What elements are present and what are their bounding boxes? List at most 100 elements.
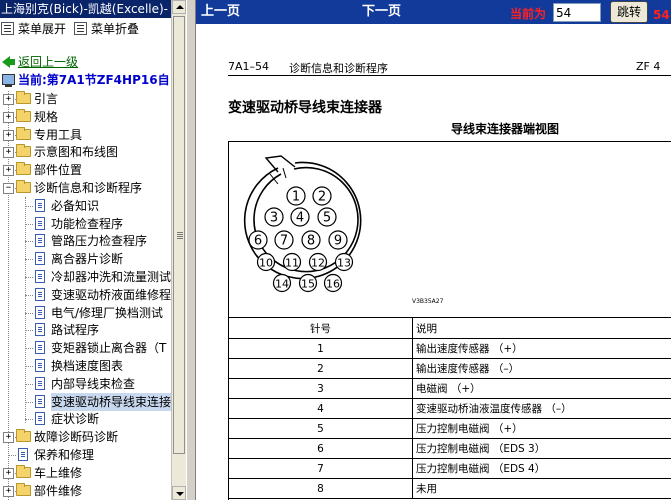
back-link-label: 返回上一级 — [18, 55, 79, 69]
tree-folder[interactable]: + 部件位置 — [0, 161, 171, 179]
scroll-down-button[interactable] — [172, 486, 186, 500]
tree-label: 管路压力检查程序 — [51, 234, 148, 249]
tree-item[interactable]: 功能检查程序 — [0, 215, 171, 233]
pin-description-cell: 输出速度传感器 （+） — [412, 338, 671, 359]
menu-icon — [1, 22, 14, 35]
pin-13-label: 13 — [337, 257, 351, 270]
document-icon — [35, 216, 45, 230]
connector-pins: 1 23 4 56 7 8 910 11 12 1314 15 16 — [248, 186, 354, 293]
tree-folder[interactable]: + 引言 — [0, 90, 171, 108]
expand-all-label: 菜单展开 — [18, 22, 67, 36]
expand-icon[interactable]: + — [3, 129, 14, 141]
tree-label: 必备知识 — [51, 198, 100, 213]
table-row: 6 压力控制电磁阀 （EDS 3） — [228, 438, 671, 459]
collapse-icon[interactable]: − — [3, 183, 14, 194]
menu-icon — [74, 22, 87, 35]
window-title: 上海别克(Bick)-凯越(Excelle)- — [0, 0, 171, 18]
document-icon — [35, 270, 45, 283]
header-rule — [228, 75, 671, 76]
pin-1-label: 1 — [292, 190, 300, 205]
left-scrollbar[interactable] — [171, 0, 186, 500]
prev-page-link[interactable]: 上一页 — [201, 0, 240, 24]
expand-icon[interactable]: + — [3, 165, 14, 177]
tree-item[interactable]: 变矩器锁止离合器（T — [0, 339, 171, 357]
tree-item[interactable]: 路试程序 — [0, 321, 171, 339]
pin-column-header: 针号 — [228, 317, 413, 339]
expand-all-button[interactable]: 菜单展开 — [1, 21, 66, 37]
navigation-pane: 上海别克(Bick)-凯越(Excelle)- 菜单展开 菜单折叠 返回上一级 … — [0, 0, 171, 500]
expand-icon[interactable]: + — [3, 467, 14, 479]
table-row: 2 输出速度传感器 （–） — [228, 358, 671, 379]
pin-table: 针号 说明 1 输出速度传感器 （+） 2 输出速度传感器 （–） 3 电磁阀 （+） 4 变… — [228, 317, 671, 499]
tree-item[interactable]: 保养和修理 — [0, 446, 171, 464]
tree-item[interactable]: 症状诊断 — [0, 410, 171, 428]
folder-icon — [16, 108, 31, 122]
tree-label: 症状诊断 — [51, 412, 100, 427]
tree-folder[interactable]: − 诊断信息和诊断程序 — [0, 179, 171, 197]
tree-label: 变矩器锁止离合器（T — [51, 341, 167, 356]
current-section-label: 当前:第7A1节ZF4HP16自 — [18, 73, 170, 87]
page-toolbar: 上一页 下一页 当前为 跳转 54 — [196, 0, 671, 24]
tree-item[interactable]: 冷却器冲洗和流量测试 — [0, 268, 171, 286]
tree-folder[interactable]: + 规格 — [0, 108, 171, 126]
tree-item[interactable]: 管路压力检查程序 — [0, 232, 171, 250]
folder-icon — [16, 162, 31, 176]
table-row: 5 压力控制电磁阀 （+） — [228, 418, 671, 439]
tree-folder[interactable]: + 部件维修 — [0, 482, 171, 500]
folder-icon — [16, 126, 31, 140]
tree-item[interactable]: 变速驱动桥导线束连接 — [0, 392, 171, 411]
back-link[interactable]: 返回上一级 — [2, 54, 78, 70]
document-icon — [35, 252, 45, 266]
tree-item[interactable]: 换档速度图表 — [0, 357, 171, 375]
scroll-up-button[interactable] — [172, 0, 186, 14]
scroll-thumb[interactable] — [173, 16, 185, 454]
pin-number-cell: 1 — [228, 338, 413, 359]
pin-number-cell: 2 — [228, 358, 413, 379]
table-row: 3 电磁阀 （+） — [228, 378, 671, 399]
table-row: 4 变速驱动桥油液温度传感器 （–） — [228, 398, 671, 419]
folder-icon — [16, 429, 31, 443]
pin-14-label: 14 — [275, 278, 289, 291]
table-row: 8 未用 — [228, 478, 671, 499]
folder-icon — [16, 144, 31, 158]
tree-folder[interactable]: + 故障诊断码诊断 — [0, 428, 171, 446]
pane-splitter[interactable] — [186, 0, 196, 500]
current-section: 当前:第7A1节ZF4HP16自 — [2, 72, 170, 88]
next-page-link[interactable]: 下一页 — [362, 0, 401, 24]
tree-item[interactable]: 必备知识 — [0, 197, 171, 215]
expand-icon[interactable]: + — [3, 432, 14, 444]
page-number-input[interactable] — [553, 3, 601, 22]
document-icon — [35, 359, 45, 372]
expand-icon[interactable]: + — [3, 111, 14, 123]
expand-icon[interactable]: + — [3, 485, 14, 497]
pin-10-label: 10 — [259, 257, 273, 270]
figure-code: V3B35A27 — [412, 298, 444, 305]
tree-label: 换档速度图表 — [51, 359, 124, 373]
jump-button[interactable]: 跳转 — [610, 1, 648, 23]
tree-item[interactable]: 变速驱动桥液面维修程 — [0, 286, 171, 304]
tree-label: 路试程序 — [51, 323, 100, 338]
table-row: 7 压力控制电磁阀 （EDS 4） — [228, 458, 671, 479]
tree-item[interactable]: 电气/修理厂换档测试 — [0, 304, 171, 322]
document-icon — [35, 305, 45, 319]
pin-number-cell: 7 — [228, 458, 413, 479]
tree-item[interactable]: 内部导线束检查 — [0, 375, 171, 393]
tree-folder[interactable]: + 车上维修 — [0, 464, 171, 482]
expand-icon[interactable]: + — [3, 94, 14, 105]
document-icon — [35, 376, 45, 390]
pin-number-cell: 3 — [228, 378, 413, 399]
pin-description-cell: 变速驱动桥油液温度传感器 （–） — [412, 398, 671, 419]
tree-label: 电气/修理厂换档测试 — [51, 305, 164, 320]
document-page: 7A1–54 诊断信息和诊断程序 ZF 4 变速驱动桥导线束连接器 导线束连接器… — [196, 24, 671, 500]
collapse-all-button[interactable]: 菜单折叠 — [74, 21, 139, 37]
tree-item[interactable]: 离合器片诊断 — [0, 250, 171, 268]
tree-folder[interactable]: + 专用工具 — [0, 126, 171, 144]
tree-label: 车上维修 — [34, 465, 83, 480]
folder-icon — [16, 180, 31, 193]
computer-icon — [2, 74, 15, 87]
expand-icon[interactable]: + — [3, 147, 14, 159]
tree-label: 规格 — [34, 109, 59, 124]
tree-folder[interactable]: + 示意图和布线图 — [0, 143, 171, 161]
tree-label: 示意图和布线图 — [34, 145, 119, 160]
pin-number-cell: 8 — [228, 478, 413, 499]
